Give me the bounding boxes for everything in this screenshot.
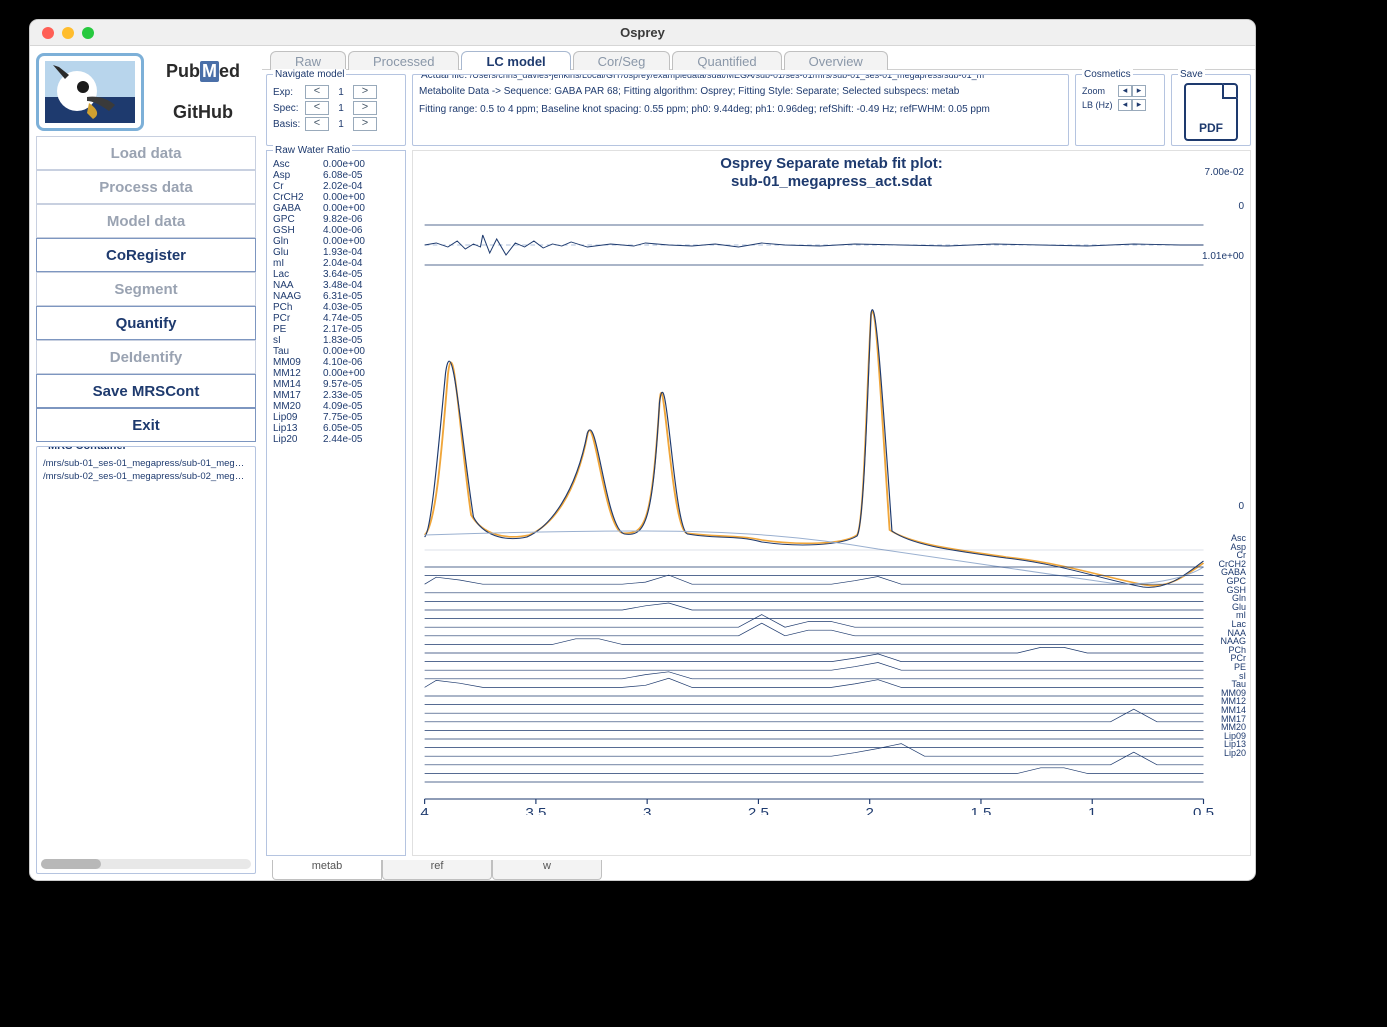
svg-text:1.5: 1.5 (970, 805, 991, 815)
mrs-container-panel: MRS Container /mrs/sub-01_ses-01_megapre… (36, 446, 256, 874)
sidebar-button-load-data: Load data (36, 136, 256, 170)
sidebar: PubMed GitHub Load dataProcess dataModel… (30, 46, 262, 880)
tab-processed[interactable]: Processed (348, 51, 459, 70)
sidebar-button-exit[interactable]: Exit (36, 408, 256, 442)
ratio-row: Glu1.93e-04 (273, 247, 399, 258)
nav-next-button[interactable]: > (353, 117, 377, 131)
sidebar-button-process-data: Process data (36, 170, 256, 204)
nav-next-button[interactable]: > (353, 101, 377, 115)
tab-cor-seg[interactable]: Cor/Seg (573, 51, 671, 70)
raw-water-ratio-panel: Raw Water Ratio Asc0.00e+00Asp6.08e-05Cr… (266, 150, 406, 856)
ytick-main-max: 1.01e+00 (1202, 251, 1244, 262)
app-logo (36, 53, 144, 131)
save-panel: Save PDF (1171, 74, 1251, 146)
actual-file-panel: Actual file: /Users/chris_davies-jenkins… (412, 74, 1069, 146)
ratio-row: mI2.04e-04 (273, 258, 399, 269)
nav-prev-button[interactable]: < (305, 101, 329, 115)
ratio-row: MM172.33e-05 (273, 390, 399, 401)
file-info-line1: Metabolite Data -> Sequence: GABA PAR 68… (419, 83, 1062, 101)
bottom-tabs: metabrefw (262, 860, 1255, 880)
plot-title-2: sub-01_megapress_act.sdat (413, 173, 1250, 191)
ratio-row: MM204.09e-05 (273, 401, 399, 412)
app-window: Osprey PubMed (30, 20, 1255, 880)
main-area: RawProcessedLC modelCor/SegQuantifiedOve… (262, 46, 1255, 880)
cos-inc-button[interactable]: ▸ (1132, 85, 1146, 97)
basis-label: Lip20 (1224, 748, 1246, 758)
ratio-row: Asc0.00e+00 (273, 159, 399, 170)
ytick-zero-resid: 0 (1238, 201, 1244, 212)
save-pdf-button[interactable]: PDF (1184, 83, 1238, 141)
window-title: Osprey (30, 25, 1255, 40)
ratio-row: Lip097.75e-05 (273, 412, 399, 423)
ytick-zero-main: 0 (1238, 501, 1244, 512)
sidebar-button-quantify[interactable]: Quantify (36, 306, 256, 340)
svg-text:4: 4 (420, 805, 429, 815)
tab-overview[interactable]: Overview (784, 51, 888, 70)
ratio-row: Lip202.44e-05 (273, 434, 399, 445)
svg-text:3.5: 3.5 (525, 805, 546, 815)
ratio-row: MM120.00e+00 (273, 368, 399, 379)
nav-next-button[interactable]: > (353, 85, 377, 99)
tab-raw[interactable]: Raw (270, 51, 346, 70)
cos-inc-button[interactable]: ▸ (1132, 99, 1146, 111)
file-info-line2: Fitting range: 0.5 to 4 ppm; Baseline kn… (419, 101, 1062, 119)
pubmed-link[interactable]: PubMed (150, 53, 256, 90)
ratio-row: MM094.10e-06 (273, 357, 399, 368)
list-item[interactable]: /mrs/sub-01_ses-01_megapress/sub-01_mega… (41, 457, 251, 470)
ratio-row: GABA0.00e+00 (273, 203, 399, 214)
sidebar-button-coregister[interactable]: CoRegister (36, 238, 256, 272)
ratio-row: Lip136.05e-05 (273, 423, 399, 434)
sidebar-button-model-data: Model data (36, 204, 256, 238)
titlebar: Osprey (30, 20, 1255, 46)
tab-lc-model[interactable]: LC model (461, 51, 570, 70)
ratio-row: Tau0.00e+00 (273, 346, 399, 357)
bottom-tab-w[interactable]: w (492, 860, 602, 880)
plot-area: Osprey Separate metab fit plot: sub-01_m… (412, 150, 1251, 856)
ratio-row: sI1.83e-05 (273, 335, 399, 346)
cosmetics-panel: Cosmetics Zoom ◂ ▸ LB (Hz) ◂ ▸ (1075, 74, 1165, 146)
cos-dec-button[interactable]: ◂ (1118, 85, 1132, 97)
navigate-model-panel: Navigate model Exp: < 1 >Spec: < 1 >Basi… (266, 74, 406, 146)
svg-text:0.5: 0.5 (1193, 805, 1214, 815)
sidebar-button-deidentify: DeIdentify (36, 340, 256, 374)
github-link[interactable]: GitHub (150, 94, 256, 131)
ratio-row: GPC9.82e-06 (273, 214, 399, 225)
file-path: /Users/chris_davies-jenkins/Local/GIT/os… (470, 74, 984, 82)
ratio-row: NAA3.48e-04 (273, 280, 399, 291)
svg-text:3: 3 (643, 805, 652, 815)
tab-quantified[interactable]: Quantified (672, 51, 781, 70)
ratio-row: PE2.17e-05 (273, 324, 399, 335)
ratio-row: Gln0.00e+00 (273, 236, 399, 247)
nav-prev-button[interactable]: < (305, 85, 329, 99)
scrollbar[interactable] (41, 859, 251, 869)
cos-dec-button[interactable]: ◂ (1118, 99, 1132, 111)
sidebar-button-save-mrscont[interactable]: Save MRSCont (36, 374, 256, 408)
sidebar-button-segment: Segment (36, 272, 256, 306)
ratio-row: MM149.57e-05 (273, 379, 399, 390)
ratio-row: NAAG6.31e-05 (273, 291, 399, 302)
list-item[interactable]: /mrs/sub-02_ses-01_megapress/sub-02_mega… (41, 470, 251, 483)
mrs-container-title: MRS Container (45, 446, 130, 452)
main-tabs: RawProcessedLC modelCor/SegQuantifiedOve… (262, 46, 1255, 70)
ratio-row: Cr2.02e-04 (273, 181, 399, 192)
plot-title-1: Osprey Separate metab fit plot: (413, 155, 1250, 173)
svg-text:2.5: 2.5 (748, 805, 769, 815)
svg-text:2: 2 (865, 805, 874, 815)
ratio-row: Lac3.64e-05 (273, 269, 399, 280)
ratio-row: PCh4.03e-05 (273, 302, 399, 313)
mrs-list[interactable]: /mrs/sub-01_ses-01_megapress/sub-01_mega… (41, 457, 251, 855)
bottom-tab-ref[interactable]: ref (382, 860, 492, 880)
spectrum-plot: 43.532.521.510.5 chemical shift (ppm) (413, 195, 1250, 815)
nav-prev-button[interactable]: < (305, 117, 329, 131)
ytick-residual-max: 7.00e-02 (1205, 167, 1244, 178)
ratio-row: Asp6.08e-05 (273, 170, 399, 181)
ratio-row: GSH4.00e-06 (273, 225, 399, 236)
ratio-row: CrCH20.00e+00 (273, 192, 399, 203)
bottom-tab-metab[interactable]: metab (272, 860, 382, 880)
svg-text:1: 1 (1088, 805, 1097, 815)
ratio-row: PCr4.74e-05 (273, 313, 399, 324)
